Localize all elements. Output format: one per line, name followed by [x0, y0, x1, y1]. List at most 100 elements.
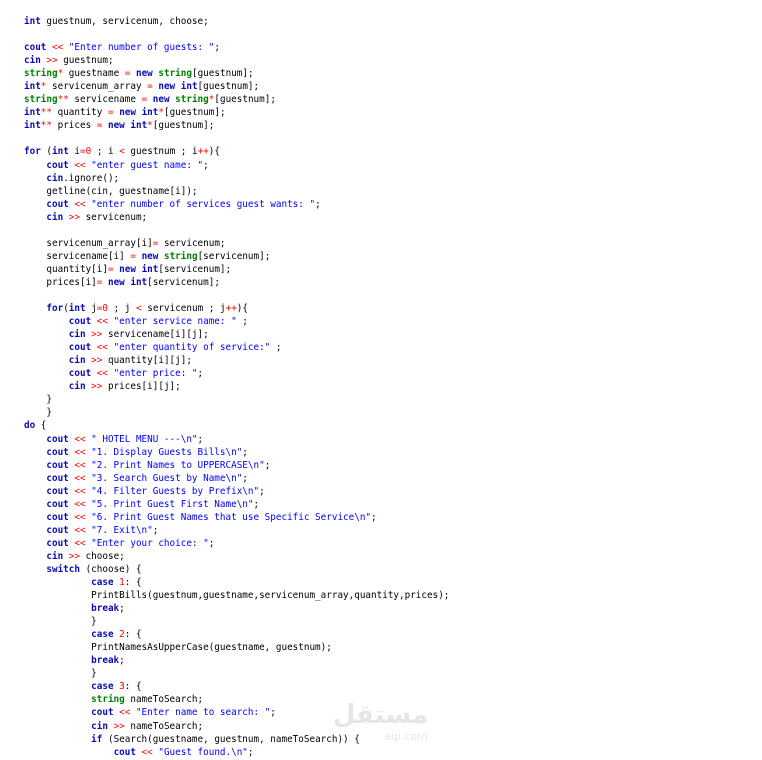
- code-token: ;: [119, 655, 125, 667]
- code-token: int: [68, 303, 86, 315]
- code-token: do: [24, 420, 36, 432]
- code-token: "3. Search Guest by Name\n": [91, 472, 243, 484]
- code-line: cin >> quantity[i][j];: [24, 354, 744, 367]
- code-token: quantity[i][j];: [107, 355, 192, 367]
- code-token: cout: [46, 498, 69, 510]
- code-token: [guestnum];: [214, 94, 276, 106]
- code-token: "6. Print Guest Names that use Specific …: [91, 511, 372, 523]
- code-line: }: [24, 615, 744, 628]
- code-line: cout << "enter guest name: ";: [24, 159, 744, 172]
- code-token: guestname: [63, 68, 125, 80]
- code-token: int: [24, 120, 41, 132]
- code-line: prices[i]= new int[servicenum];: [24, 276, 744, 289]
- code-line: cout << "2. Print Names to UPPERCASE\n";: [24, 459, 744, 472]
- code-token: <<: [91, 342, 114, 354]
- code-token: cout: [46, 159, 69, 171]
- code-token: servicenum ; j: [141, 303, 226, 315]
- code-token: [guestnum];: [163, 107, 226, 119]
- code-line: string nameToSearch;: [24, 693, 744, 706]
- code-token: "5. Print Guest First Name\n": [91, 498, 254, 510]
- code-line: for (int i=0 ; i < guestnum ; i++){: [24, 145, 744, 158]
- code-token: for: [46, 303, 64, 315]
- code-token: "Enter number of guests: ": [68, 42, 215, 54]
- code-token: ++: [197, 146, 209, 158]
- code-token: servicenum;: [158, 237, 226, 249]
- code-token: cin: [68, 329, 86, 341]
- code-token: break: [91, 603, 120, 615]
- code-token: ;: [315, 198, 321, 210]
- code-token: [servicenum];: [147, 276, 220, 288]
- code-line: }: [24, 667, 744, 680]
- code-line: break;: [24, 602, 744, 615]
- code-token: ;: [214, 42, 220, 54]
- code-line: switch (choose) {: [24, 563, 744, 576]
- code-token: i: [68, 146, 80, 158]
- code-line: int** prices = new int*[guestnum];: [24, 119, 744, 132]
- code-token: ;: [242, 472, 248, 484]
- code-token: servicename[i]: [24, 250, 131, 262]
- code-line: cout << "5. Print Guest First Name\n";: [24, 498, 744, 511]
- code-token: servicename: [68, 94, 142, 106]
- code-token: 3: [113, 681, 125, 693]
- code-token: <<: [68, 198, 92, 210]
- code-token: : {: [124, 681, 142, 693]
- code-token: ;: [208, 537, 215, 549]
- code-line: case 1: {: [24, 576, 744, 589]
- code-token: cin: [68, 355, 86, 367]
- code-line: int** quantity = new int*[guestnum];: [24, 106, 744, 119]
- code-token: new int: [113, 107, 159, 119]
- code-token: nameToSearch;: [130, 720, 204, 732]
- code-token: [servicenum];: [197, 250, 271, 262]
- code-token: "enter quantity of service:": [113, 342, 271, 354]
- code-editor: int guestnum, servicenum, choose; cout <<…: [24, 15, 744, 759]
- code-line: cin.ignore();: [24, 172, 744, 185]
- code-token: "enter number of services guest wants: ": [91, 198, 316, 210]
- code-token: ++: [225, 303, 237, 315]
- code-line: cout << "3. Search Guest by Name\n";: [24, 472, 744, 485]
- code-token: string: [158, 68, 192, 80]
- code-token: 1: [113, 577, 125, 589]
- code-token: {: [35, 420, 47, 432]
- code-token: new int: [113, 263, 159, 275]
- code-line: }: [24, 406, 744, 419]
- code-token: "Enter name to search: ": [135, 707, 271, 719]
- code-token: cout: [46, 485, 69, 497]
- code-line: case 2: {: [24, 628, 744, 641]
- code-token: 2: [113, 629, 125, 641]
- code-token: case: [91, 629, 114, 641]
- code-token: <<: [91, 368, 114, 380]
- code-token: for: [24, 146, 41, 158]
- code-token: string: [91, 694, 125, 706]
- code-token: }: [24, 668, 97, 680]
- code-token: [guestnum];: [197, 81, 260, 93]
- code-line: getline(cin, guestname[i]);: [24, 185, 744, 198]
- code-token: guestnum;: [63, 55, 114, 67]
- code-token: <<: [68, 433, 92, 445]
- code-token: int: [24, 107, 41, 119]
- code-token: ;: [197, 433, 204, 445]
- code-token: ;: [253, 498, 260, 510]
- code-token: string: [175, 94, 209, 106]
- code-token: <<: [68, 511, 92, 523]
- code-line: cout << " HOTEL MENU ---\n";: [24, 433, 744, 446]
- code-token: "4. Filter Guests by Prefix\n": [91, 485, 260, 497]
- code-line: cout << "1. Display Guests Bills\n";: [24, 446, 744, 459]
- code-token: "7. Exit\n": [91, 524, 153, 536]
- code-token: **: [40, 120, 52, 132]
- code-token: "enter service name: ": [113, 316, 237, 328]
- code-line: cout << "4. Filter Guests by Prefix\n";: [24, 485, 744, 498]
- code-line: PrintNamesAsUpperCase(guestname, guestnu…: [24, 641, 744, 654]
- code-line: cin >> prices[i][j];: [24, 380, 744, 393]
